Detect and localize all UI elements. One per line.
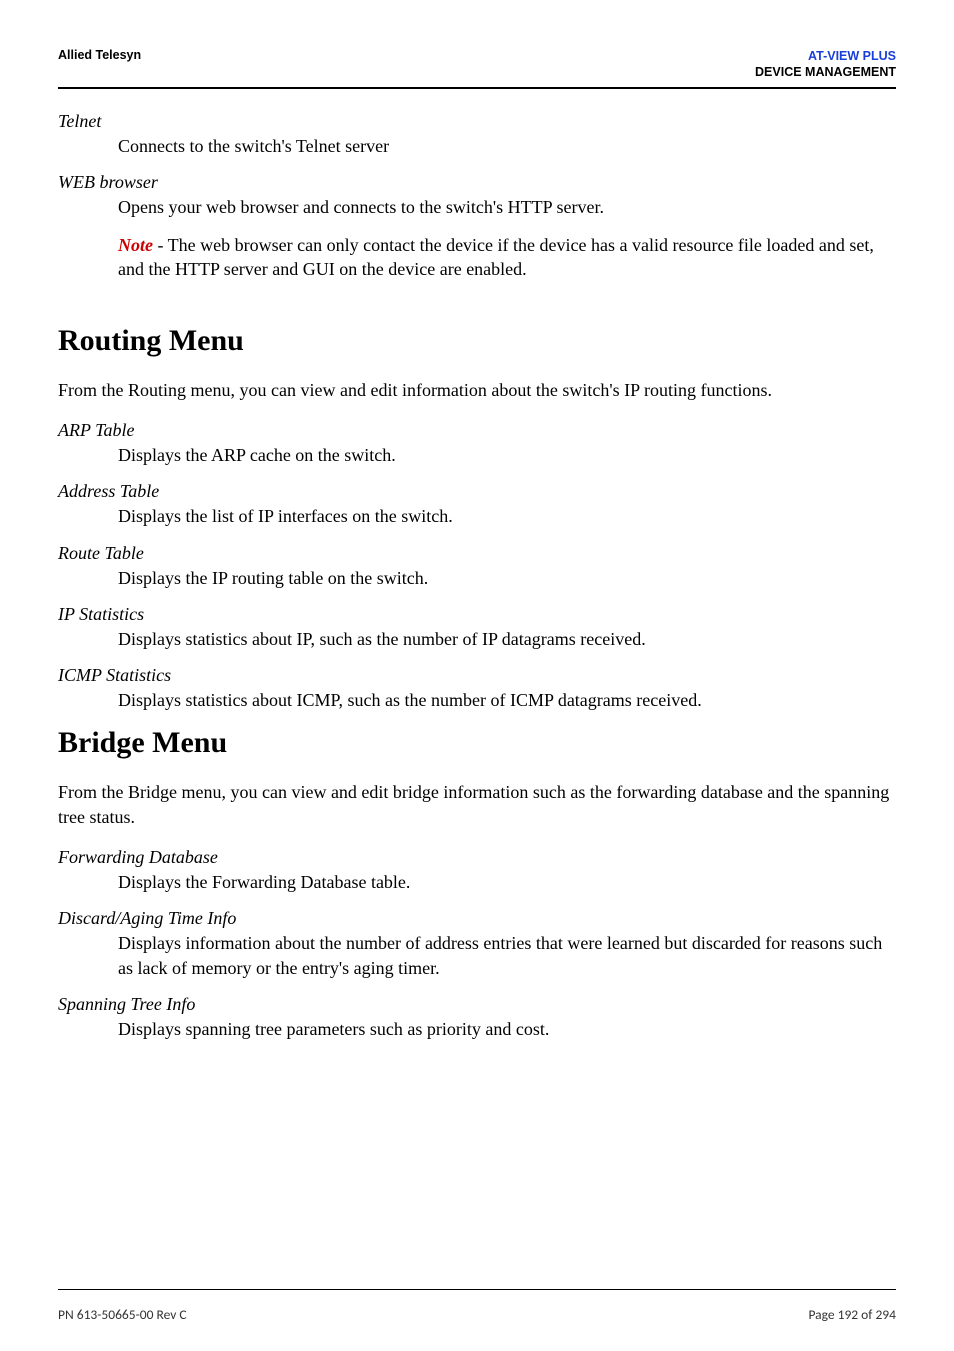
header-rule [58,87,896,89]
routing-heading: Routing Menu [58,324,896,358]
bridge-item-body: Displays information about the number of… [118,931,896,980]
document-page: Allied Telesyn AT-VIEW PLUS DEVICE MANAG… [0,0,954,1351]
footer-rule [58,1289,896,1290]
header-section: DEVICE MANAGEMENT [755,65,896,79]
routing-item: Route Table Displays the IP routing tabl… [58,543,896,590]
routing-item-title: Route Table [58,543,896,564]
routing-item: ARP Table Displays the ARP cache on the … [58,420,896,467]
bridge-item-title: Discard/Aging Time Info [58,908,896,929]
header-product: AT-VIEW PLUS [808,49,896,63]
routing-item-title: Address Table [58,481,896,502]
page-header: Allied Telesyn AT-VIEW PLUS DEVICE MANAG… [58,48,896,87]
routing-item-title: IP Statistics [58,604,896,625]
routing-intro: From the Routing menu, you can view and … [58,378,896,402]
bridge-heading: Bridge Menu [58,726,896,760]
footer-row: PN 613-50665-00 Rev C Page 192 of 294 [58,1306,896,1323]
routing-item-body: Displays statistics about ICMP, such as … [118,688,896,712]
routing-item-title: ARP Table [58,420,896,441]
bridge-item: Discard/Aging Time Info Displays informa… [58,908,896,980]
routing-item-body: Displays the IP routing table on the swi… [118,566,896,590]
bridge-item: Forwarding Database Displays the Forward… [58,847,896,894]
page-footer: PN 613-50665-00 Rev C Page 192 of 294 [58,1289,896,1323]
web-section: WEB browser Opens your web browser and c… [58,172,896,282]
note-text: - The web browser can only contact the d… [118,235,874,279]
routing-item-body: Displays the ARP cache on the switch. [118,443,896,467]
web-body: Opens your web browser and connects to t… [118,195,896,219]
bridge-item-body: Displays spanning tree parameters such a… [118,1017,896,1041]
header-right: AT-VIEW PLUS DEVICE MANAGEMENT [755,48,896,81]
bridge-item: Spanning Tree Info Displays spanning tre… [58,994,896,1041]
footer-right: Page 192 of 294 [808,1306,896,1323]
telnet-title: Telnet [58,111,896,132]
telnet-body: Connects to the switch's Telnet server [118,134,896,158]
bridge-item-title: Forwarding Database [58,847,896,868]
routing-item: Address Table Displays the list of IP in… [58,481,896,528]
routing-item-body: Displays statistics about IP, such as th… [118,627,896,651]
web-note: Note - The web browser can only contact … [118,233,896,282]
web-title: WEB browser [58,172,896,193]
routing-item-body: Displays the list of IP interfaces on th… [118,504,896,528]
header-left: Allied Telesyn [58,48,141,62]
bridge-intro: From the Bridge menu, you can view and e… [58,780,896,829]
telnet-section: Telnet Connects to the switch's Telnet s… [58,111,896,158]
note-label: Note [118,235,153,255]
bridge-item-title: Spanning Tree Info [58,994,896,1015]
footer-left: PN 613-50665-00 Rev C [58,1306,187,1323]
bridge-item-body: Displays the Forwarding Database table. [118,870,896,894]
routing-item: IP Statistics Displays statistics about … [58,604,896,651]
routing-item: ICMP Statistics Displays statistics abou… [58,665,896,712]
routing-item-title: ICMP Statistics [58,665,896,686]
